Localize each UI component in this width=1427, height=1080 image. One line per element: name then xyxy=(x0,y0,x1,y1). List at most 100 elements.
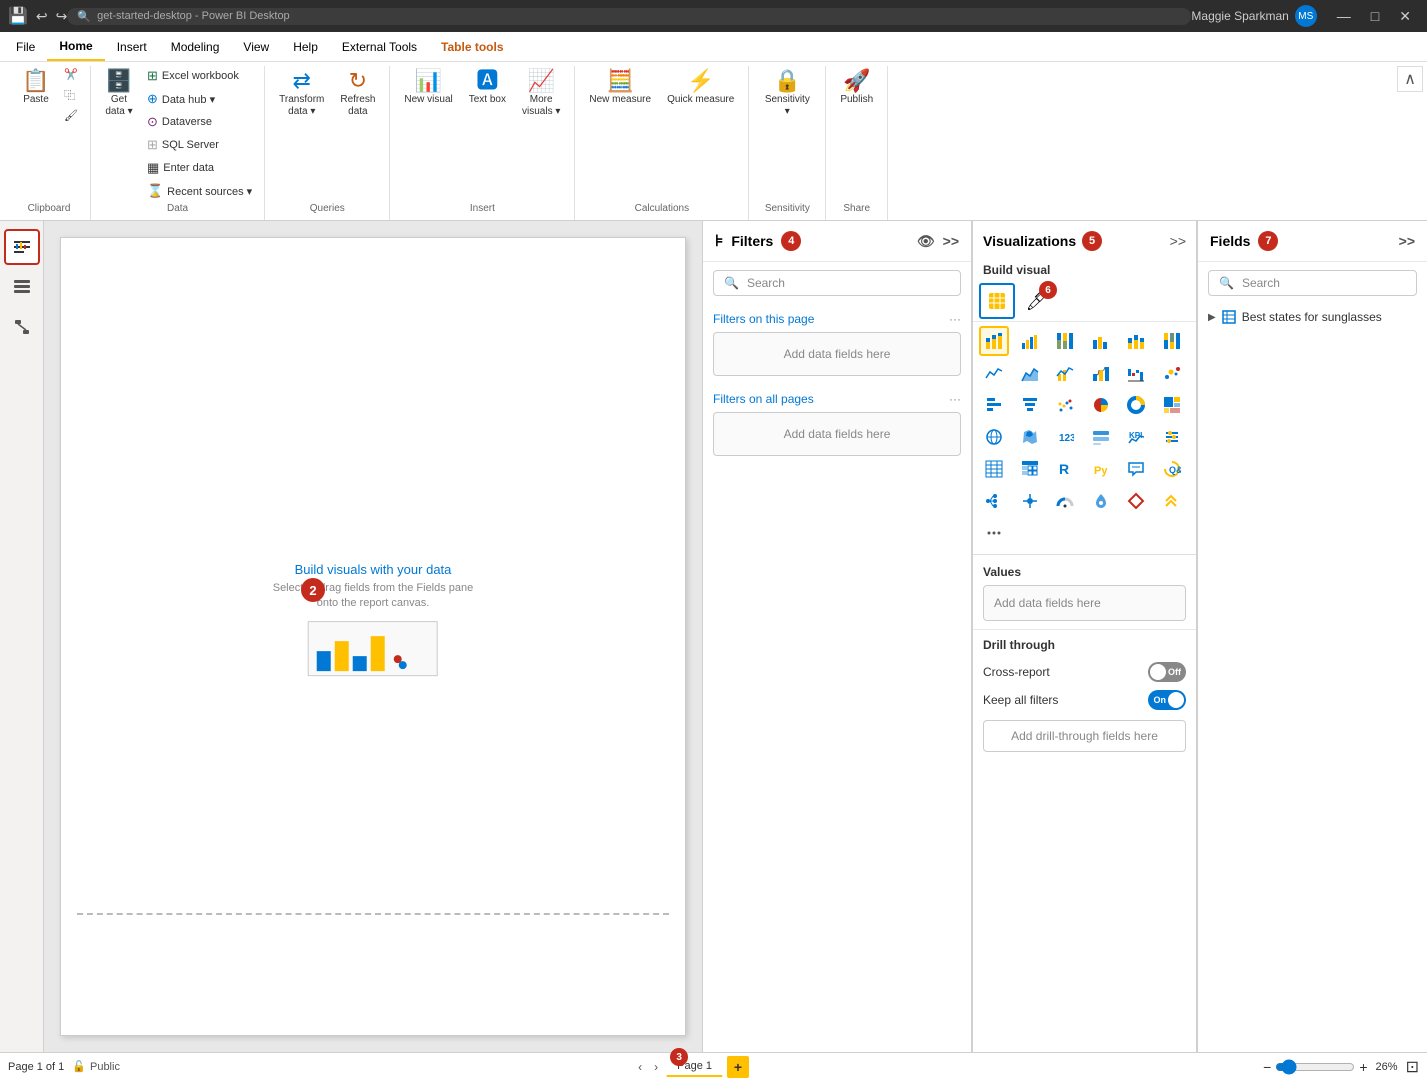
sidebar-model-icon[interactable] xyxy=(4,309,40,345)
fields-expand-icon[interactable]: >> xyxy=(1399,233,1415,249)
viz-tab-format[interactable]: 🖊 6 xyxy=(1019,283,1055,319)
menu-home[interactable]: Home xyxy=(47,32,104,61)
viz-tab-build[interactable] xyxy=(979,283,1015,319)
viz-slicer[interactable] xyxy=(1157,422,1187,452)
undo-icon[interactable]: ↩ xyxy=(36,8,48,25)
cut-button[interactable]: ✂️ xyxy=(60,66,82,83)
viz-gauge[interactable] xyxy=(1050,486,1080,516)
menu-insert[interactable]: Insert xyxy=(105,32,159,61)
menu-table-tools[interactable]: Table tools xyxy=(429,32,515,61)
next-page-button[interactable]: › xyxy=(650,1058,662,1076)
format-painter-button[interactable]: 🖌 xyxy=(60,107,82,124)
window-controls[interactable]: — □ ✕ xyxy=(1329,6,1419,27)
quick-measure-button[interactable]: ⚡ Quick measure xyxy=(661,66,740,110)
viz-pie[interactable] xyxy=(1086,390,1116,420)
viz-kpi[interactable]: KPI xyxy=(1121,422,1151,452)
viz-azuremaps[interactable] xyxy=(1086,486,1116,516)
add-drill-fields-button[interactable]: Add drill-through fields here xyxy=(983,720,1186,752)
viz-scatter-plot[interactable] xyxy=(1050,390,1080,420)
viz-map[interactable] xyxy=(979,422,1009,452)
viz-scatter[interactable] xyxy=(1157,358,1187,388)
fit-page-button[interactable]: ⊡ xyxy=(1406,1057,1419,1077)
filters-expand-icon[interactable]: >> xyxy=(943,233,959,249)
fields-search-box[interactable]: 🔍 Search xyxy=(1208,270,1417,296)
viz-line-clustered[interactable] xyxy=(1050,358,1080,388)
viz-matrix[interactable] xyxy=(1015,454,1045,484)
new-visual-button[interactable]: 📊 New visual xyxy=(398,66,458,110)
viz-100-stacked-bar[interactable] xyxy=(1050,326,1080,356)
viz-filled-map[interactable] xyxy=(1015,422,1045,452)
menu-help[interactable]: Help xyxy=(281,32,330,61)
copy-button[interactable]: ⿻ xyxy=(60,85,82,105)
canvas-page[interactable]: Build visuals with your data Select or d… xyxy=(60,237,686,1036)
add-page-button[interactable]: + xyxy=(727,1056,749,1078)
prev-page-button[interactable]: ‹ xyxy=(634,1058,646,1076)
filters-search-box[interactable]: 🔍 Search xyxy=(713,270,961,296)
sidebar-report-icon[interactable] xyxy=(4,229,40,265)
enter-data-button[interactable]: ▦ Enter data xyxy=(143,158,256,178)
minimize-button[interactable]: — xyxy=(1329,6,1359,27)
viz-area-chart[interactable] xyxy=(1015,358,1045,388)
viz-diamond[interactable] xyxy=(1121,486,1151,516)
menu-view[interactable]: View xyxy=(231,32,281,61)
viz-card[interactable]: 123 xyxy=(1050,422,1080,452)
viz-donut[interactable] xyxy=(1121,390,1151,420)
fields-item-best-states[interactable]: ▶ Best states for sunglasses xyxy=(1198,304,1427,330)
viz-multi-row-card[interactable] xyxy=(1086,422,1116,452)
publish-button[interactable]: 🚀 Publish xyxy=(834,66,879,110)
more-visuals-button[interactable]: 📈 Morevisuals ▾ xyxy=(516,66,566,122)
dataverse-button[interactable]: ⊙ Dataverse xyxy=(143,112,256,132)
filters-all-pages-ellipsis[interactable]: ··· xyxy=(949,392,961,406)
app-save-icon[interactable]: 💾 xyxy=(8,6,28,26)
viz-arrows[interactable] xyxy=(1157,486,1187,516)
zoom-in-button[interactable]: + xyxy=(1359,1059,1367,1075)
viz-key-influencers[interactable] xyxy=(1015,486,1045,516)
viz-clustered-bar[interactable] xyxy=(1015,326,1045,356)
zoom-out-button[interactable]: − xyxy=(1263,1059,1271,1075)
viz-python[interactable]: Py xyxy=(1086,454,1116,484)
get-data-button[interactable]: 🗄️ Getdata ▾ xyxy=(99,66,139,122)
public-status[interactable]: 🔓 Public xyxy=(72,1060,120,1073)
viz-decomposition-tree[interactable] xyxy=(979,486,1009,516)
viz-expand-icon[interactable]: >> xyxy=(1170,233,1186,249)
viz-q-a[interactable]: Q&A xyxy=(1157,454,1187,484)
zoom-slider[interactable] xyxy=(1275,1059,1355,1075)
viz-more[interactable] xyxy=(979,518,1009,548)
sensitivity-button[interactable]: 🔒 Sensitivity▾ xyxy=(757,66,817,122)
cross-report-toggle[interactable]: Off xyxy=(1148,662,1186,682)
menu-modeling[interactable]: Modeling xyxy=(159,32,232,61)
filters-on-page-ellipsis[interactable]: ··· xyxy=(949,312,961,326)
data-hub-button[interactable]: ⊕ Data hub ▾ xyxy=(143,89,256,109)
viz-funnel[interactable] xyxy=(1015,390,1045,420)
viz-stacked-bar[interactable] xyxy=(979,326,1009,356)
paste-button[interactable]: 📋 Paste xyxy=(16,66,56,110)
filters-all-pages-dropzone[interactable]: Add data fields here xyxy=(713,412,961,456)
close-button[interactable]: ✕ xyxy=(1391,6,1419,27)
filters-eye-icon[interactable]: 👁 xyxy=(917,233,935,250)
viz-table[interactable] xyxy=(979,454,1009,484)
viz-ribbon-chart[interactable] xyxy=(1086,358,1116,388)
sql-server-button[interactable]: ⊞ SQL Server xyxy=(143,135,256,155)
menu-file[interactable]: File xyxy=(4,32,47,61)
viz-treemap[interactable] xyxy=(1157,390,1187,420)
transform-data-button[interactable]: ⇄ Transformdata ▾ xyxy=(273,66,330,122)
excel-workbook-button[interactable]: ⊞ Excel workbook xyxy=(143,66,256,86)
filters-on-page-dropzone[interactable]: Add data fields here xyxy=(713,332,961,376)
viz-waterfall[interactable] xyxy=(1121,358,1151,388)
text-box-button[interactable]: 🅰 Text box xyxy=(463,66,512,110)
redo-icon[interactable]: ↪ xyxy=(56,8,68,25)
refresh-data-button[interactable]: ↻ Refreshdata xyxy=(334,66,381,122)
maximize-button[interactable]: □ xyxy=(1363,6,1387,27)
viz-r-visual[interactable]: R xyxy=(1050,454,1080,484)
collapse-ribbon-button[interactable]: ∧ xyxy=(1397,66,1423,92)
menu-external-tools[interactable]: External Tools xyxy=(330,32,429,61)
viz-bar-chart[interactable] xyxy=(979,390,1009,420)
viz-smart-narrative[interactable] xyxy=(1121,454,1151,484)
recent-sources-button[interactable]: ⌛ Recent sources ▾ xyxy=(143,181,256,201)
new-measure-button[interactable]: 🧮 New measure xyxy=(583,66,657,110)
viz-line-chart[interactable] xyxy=(979,358,1009,388)
sidebar-data-icon[interactable] xyxy=(4,269,40,305)
values-dropzone[interactable]: Add data fields here xyxy=(983,585,1186,621)
viz-100-stacked-column[interactable] xyxy=(1157,326,1187,356)
keep-all-filters-toggle[interactable]: On xyxy=(1148,690,1186,710)
